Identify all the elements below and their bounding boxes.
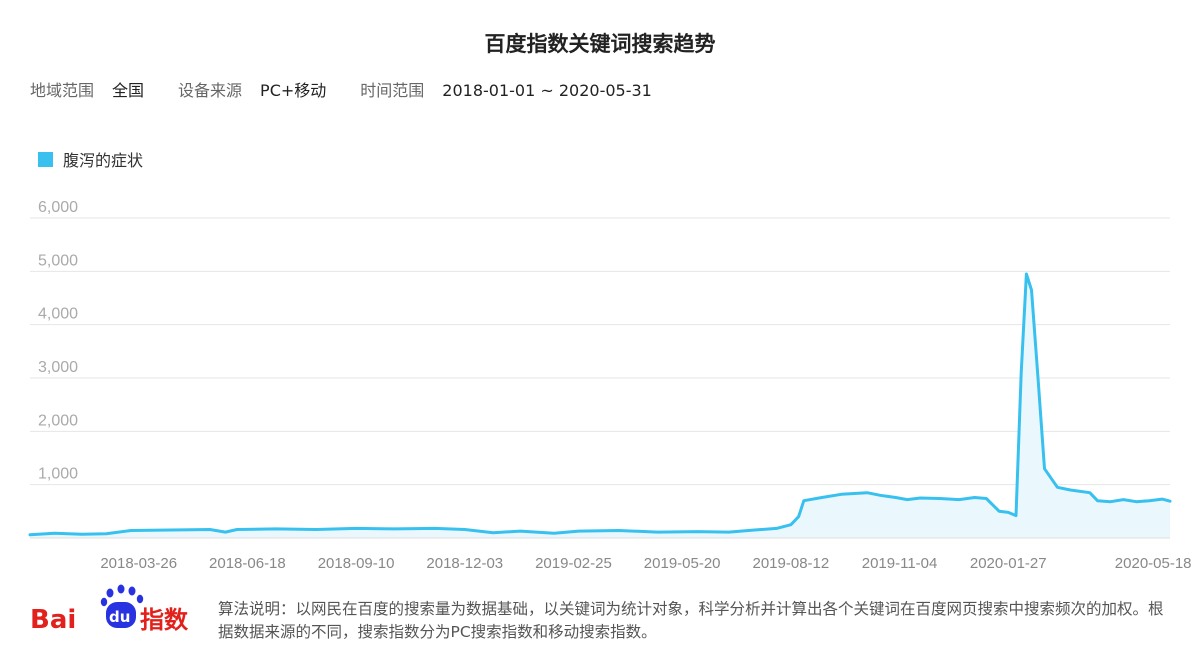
y-tick-label: 5,000 (38, 252, 78, 269)
x-tick-label: 2018-03-26 (100, 555, 177, 572)
logo-zhishu: 指数 (140, 606, 189, 634)
x-tick-label: 2020-05-18 (1115, 555, 1192, 572)
y-tick-label: 3,000 (38, 359, 78, 376)
trend-chart[interactable]: 1,0002,0003,0004,0005,0006,000@百度指数2018-… (0, 0, 1200, 580)
x-tick-label: 2019-08-12 (752, 555, 829, 572)
y-tick-label: 4,000 (38, 306, 78, 323)
x-tick-label: 2019-05-20 (644, 555, 721, 572)
x-tick-label: 2018-09-10 (318, 555, 395, 572)
x-tick-label: 2019-02-25 (535, 555, 612, 572)
y-tick-label: 1,000 (38, 466, 78, 483)
x-tick-label: 2018-06-18 (209, 555, 286, 572)
logo-bai: Bai (30, 605, 76, 635)
x-tick-label: 2020-01-27 (970, 555, 1047, 572)
y-tick-label: 6,000 (38, 199, 78, 216)
algorithm-note: 算法说明：以网民在百度的搜索量为数据基础，以关键词为统计对象，科学分析并计算出各… (218, 600, 1164, 641)
series-line (28, 272, 1172, 537)
y-tick-label: 2,000 (38, 412, 78, 429)
logo-du: du (109, 608, 130, 626)
x-tick-label: 2019-11-04 (862, 555, 938, 572)
x-tick-label: 2018-12-03 (426, 555, 503, 572)
baidu-index-logo: Bai du 指数 (30, 584, 189, 635)
series-area (30, 274, 1170, 538)
